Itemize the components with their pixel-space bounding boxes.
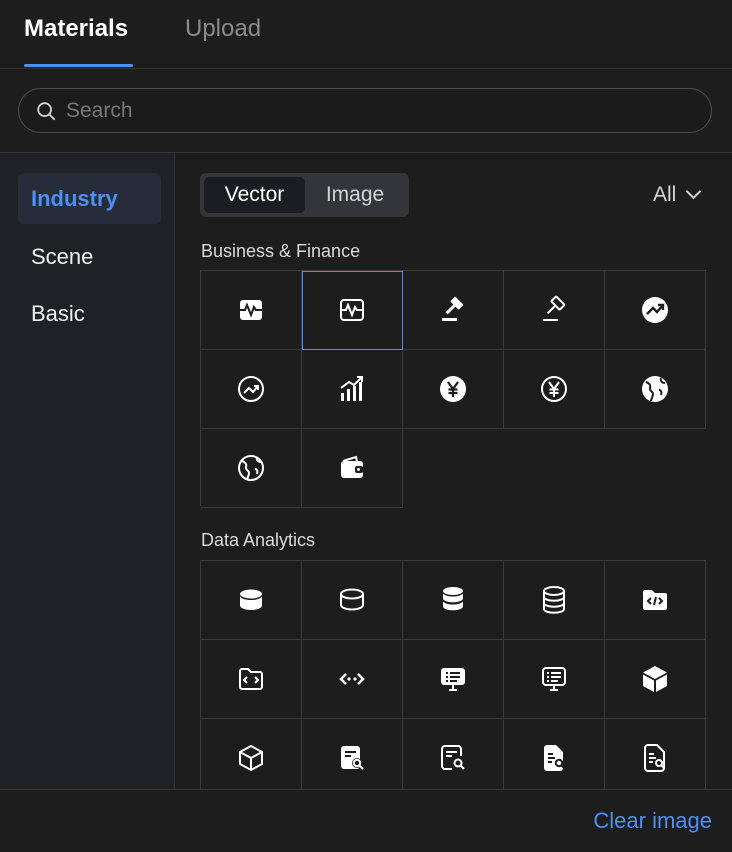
trend-circle-filled-icon [642,297,668,323]
section-title-business: Business & Finance [201,241,361,261]
icon-tile[interactable] [403,271,504,350]
code-folder-outline-icon [239,668,263,690]
icon-tile[interactable] [403,350,504,429]
tab-materials[interactable]: Materials [24,14,128,44]
code-arrows-icon [339,673,365,685]
sidebar-item-industry[interactable]: Industry [18,173,161,224]
gavel-outline-icon [543,295,566,321]
pulse-monitor-outline-icon [340,299,364,321]
active-tab-indicator [24,64,133,67]
category-sidebar: Industry Scene Basic [0,153,175,789]
icon-tile[interactable] [302,350,403,429]
tab-bar: Materials Upload [0,0,732,69]
globe-outline-icon [238,455,264,481]
materials-panel: Materials Upload Industry Scene Basic Ve… [0,0,732,852]
monitor-list-outline-icon [542,667,566,691]
globe-filled-icon [642,376,668,402]
clear-image-button[interactable]: Clear image [593,808,712,834]
icon-tile[interactable] [302,719,403,789]
icon-tile[interactable] [504,271,605,350]
icon-tile[interactable] [302,429,403,508]
icon-grid-business [200,270,706,508]
database-stack-filled-icon [443,587,463,611]
report-search-filled-icon [341,746,364,770]
filter-dropdown[interactable]: All [653,183,702,207]
content-area: Vector Image All Business & Finance Data… [175,153,732,789]
document-search-outline-icon [644,744,665,772]
search-bar [18,88,712,133]
cube-outline-icon [239,745,263,771]
wallet-icon [341,455,363,478]
yen-circle-filled-icon [440,376,466,402]
icon-tile[interactable] [302,271,403,350]
chevron-down-icon [686,183,702,200]
icon-tile[interactable] [201,561,302,640]
report-search-outline-icon [441,745,465,770]
icon-tile[interactable] [504,561,605,640]
icon-tile[interactable] [201,719,302,789]
icon-tile[interactable] [403,561,504,640]
document-search-filled-icon [544,745,565,771]
icon-tile[interactable] [201,350,302,429]
icon-tile[interactable] [504,640,605,719]
database-outline-icon [340,588,364,611]
icon-tile[interactable] [504,719,605,789]
sidebar-item-scene[interactable]: Scene [18,231,161,282]
icon-tile[interactable] [605,350,706,429]
gavel-filled-icon [442,296,464,321]
icon-tile[interactable] [201,271,302,350]
icon-tile[interactable] [605,271,706,350]
yen-circle-outline-icon [541,376,567,402]
icon-tile[interactable] [605,719,706,789]
search-icon [37,102,56,121]
pulse-monitor-filled-icon [240,300,262,320]
icon-grid-data [200,560,706,789]
trend-circle-outline-icon [238,376,264,402]
footer-bar: Clear image [0,789,732,852]
section-title-data: Data Analytics [201,530,316,550]
database-stack-outline-icon [543,586,565,614]
search-input[interactable] [66,95,686,127]
tab-upload[interactable]: Upload [185,14,261,44]
icon-tile[interactable] [504,350,605,429]
code-folder-filled-icon [643,590,667,610]
icon-tile[interactable] [403,640,504,719]
bar-chart-growth-icon [340,376,363,401]
icon-tile[interactable] [302,561,403,640]
icon-tile[interactable] [302,640,403,719]
monitor-list-filled-icon [441,668,465,691]
cube-filled-icon [643,666,667,692]
database-filled-icon [240,589,262,610]
icon-tile[interactable] [201,640,302,719]
icon-tile[interactable] [605,561,706,640]
sidebar-item-basic[interactable]: Basic [18,288,161,339]
icon-tile[interactable] [403,719,504,789]
segment-vector[interactable]: Vector [204,177,305,213]
filter-label: All [653,183,677,206]
icon-tile[interactable] [605,640,706,719]
type-segmented-control: Vector Image [200,173,409,217]
icon-tile[interactable] [201,429,302,508]
segment-image[interactable]: Image [305,177,405,213]
